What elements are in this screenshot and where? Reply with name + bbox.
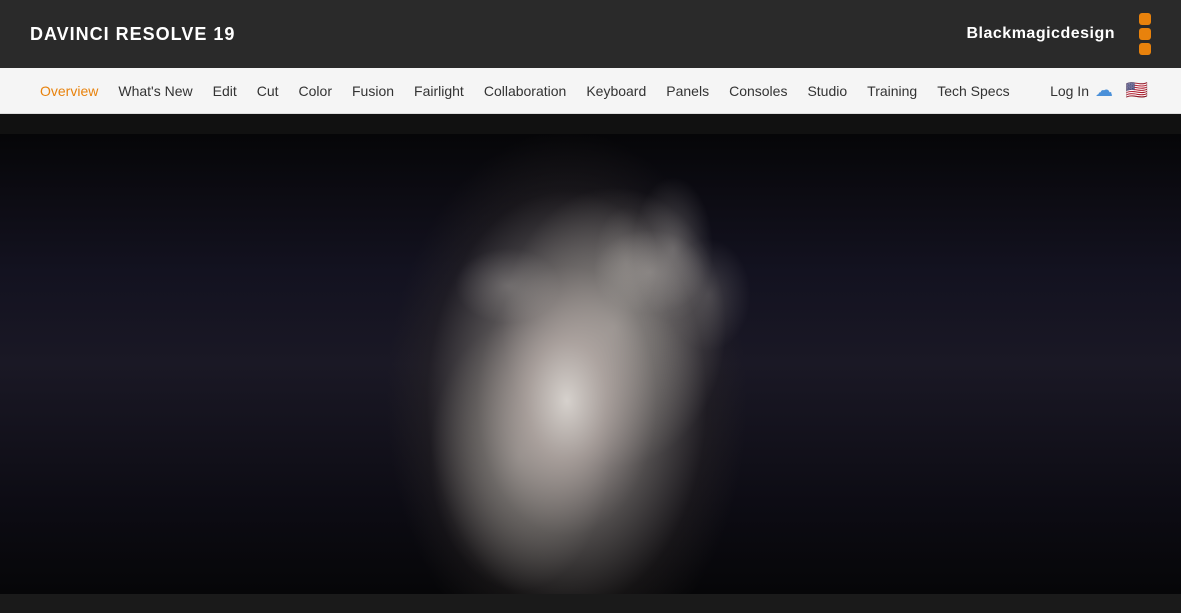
login-label: Log In bbox=[1050, 83, 1089, 99]
main-nav: Overview What's New Edit Cut Color Fusio… bbox=[0, 68, 1181, 114]
logo-text-light: Blackmagic bbox=[967, 25, 1061, 42]
hero-section bbox=[0, 134, 1181, 594]
hero-image bbox=[0, 134, 1181, 594]
nav-right: Log In ☁ 🇺🇸 bbox=[1050, 80, 1151, 101]
cloud-icon: ☁ bbox=[1095, 80, 1113, 101]
nav-item-fairlight[interactable]: Fairlight bbox=[404, 68, 474, 114]
logo-cell-empty-3 bbox=[1123, 43, 1135, 55]
nav-item-studio[interactable]: Studio bbox=[797, 68, 857, 114]
nav-item-consoles[interactable]: Consoles bbox=[719, 68, 797, 114]
site-header: DAVINCI RESOLVE 19 Blackmagicdesign bbox=[0, 0, 1181, 68]
logo-cell-empty-1 bbox=[1123, 13, 1135, 25]
logo-cell-empty-2 bbox=[1123, 28, 1135, 40]
logo-area: Blackmagicdesign bbox=[967, 13, 1152, 55]
logo-cell-2 bbox=[1139, 28, 1151, 40]
nav-item-color[interactable]: Color bbox=[289, 68, 342, 114]
hero-hair-detail bbox=[0, 134, 1181, 594]
nav-item-fusion[interactable]: Fusion bbox=[342, 68, 404, 114]
login-button[interactable]: Log In ☁ bbox=[1050, 80, 1113, 101]
nav-item-overview[interactable]: Overview bbox=[30, 68, 108, 114]
nav-item-training[interactable]: Training bbox=[857, 68, 927, 114]
nav-item-collaboration[interactable]: Collaboration bbox=[474, 68, 577, 114]
nav-item-cut[interactable]: Cut bbox=[247, 68, 289, 114]
nav-item-keyboard[interactable]: Keyboard bbox=[576, 68, 656, 114]
logo-text: Blackmagicdesign bbox=[967, 25, 1116, 43]
sub-nav-bar bbox=[0, 114, 1181, 134]
logo-cell-3 bbox=[1139, 43, 1151, 55]
nav-item-edit[interactable]: Edit bbox=[203, 68, 247, 114]
nav-item-whats-new[interactable]: What's New bbox=[108, 68, 202, 114]
nav-links: Overview What's New Edit Cut Color Fusio… bbox=[30, 68, 1050, 114]
nav-item-tech-specs[interactable]: Tech Specs bbox=[927, 68, 1019, 114]
logo-cell-1 bbox=[1139, 13, 1151, 25]
logo-grid-icon bbox=[1123, 13, 1151, 55]
language-flag[interactable]: 🇺🇸 bbox=[1123, 82, 1151, 100]
site-title: DAVINCI RESOLVE 19 bbox=[30, 24, 235, 45]
logo-text-bold: design bbox=[1060, 25, 1115, 42]
nav-item-panels[interactable]: Panels bbox=[656, 68, 719, 114]
